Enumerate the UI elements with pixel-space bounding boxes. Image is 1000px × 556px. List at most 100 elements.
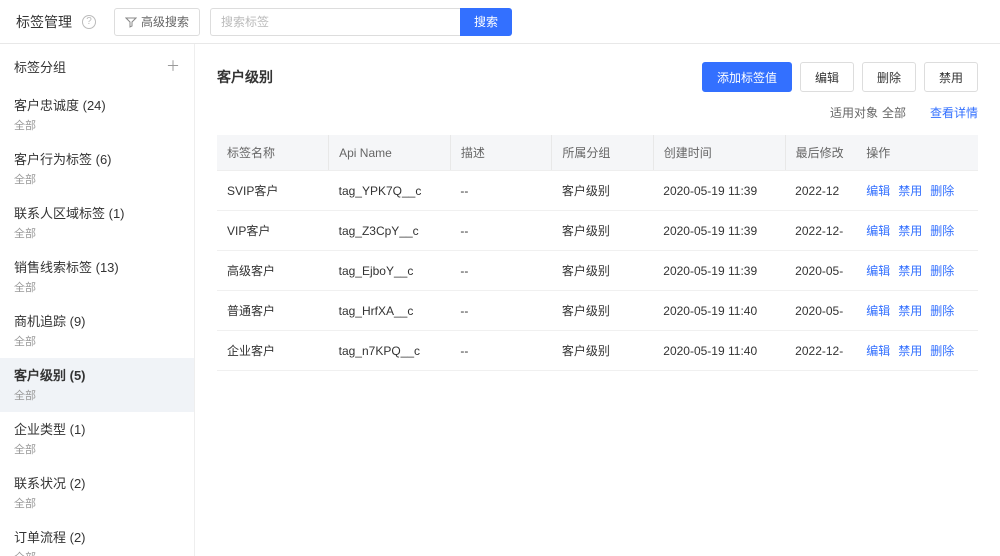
row-action-link[interactable]: 禁用 [898,222,922,239]
advanced-search-button[interactable]: 高级搜索 [114,8,200,36]
cell-api: tag_EjboY__c [329,251,451,291]
row-action-link[interactable]: 编辑 [866,342,890,359]
page-title: 标签管理 [16,12,72,32]
row-action-link[interactable]: 删除 [930,182,954,199]
row-action-link[interactable]: 编辑 [866,182,890,199]
row-action-link[interactable]: 删除 [930,262,954,279]
scope-value: 全部 [882,104,906,121]
sidebar-item-sub: 全部 [14,334,180,351]
cell-desc: -- [450,251,551,291]
table-row: 普通客户tag_HrfXA__c--客户级别2020-05-19 11:4020… [217,291,978,331]
cell-created: 2020-05-19 11:39 [653,171,785,211]
sub-header: 适用对象 全部 查看详情 [217,104,978,121]
cell-api: tag_YPK7Q__c [329,171,451,211]
top-bar: 标签管理 ? 高级搜索 搜索 [0,0,1000,44]
cell-desc: -- [450,291,551,331]
sidebar-item-sub: 全部 [14,496,180,513]
col-created: 创建时间 [653,135,785,171]
cell-actions: 编辑禁用删除 [856,211,978,251]
sidebar-item[interactable]: 商机追踪 (9) 全部 [0,304,194,358]
row-action-link[interactable]: 删除 [930,302,954,319]
tag-table: 标签名称 Api Name 描述 所属分组 创建时间 最后修改 操作 SVIP客… [217,135,978,371]
cell-actions: 编辑禁用删除 [856,171,978,211]
cell-modified: 2022-12- [785,331,856,371]
cell-name: 企业客户 [217,331,329,371]
cell-desc: -- [450,331,551,371]
sidebar-item[interactable]: 客户级别 (5) 全部 [0,358,194,412]
cell-group: 客户级别 [552,251,653,291]
sidebar-list: 客户忠诚度 (24)全部客户行为标签 (6)全部联系人区域标签 (1)全部销售线… [0,88,194,556]
cell-created: 2020-05-19 11:40 [653,291,785,331]
main: 客户级别 添加标签值 编辑 删除 禁用 适用对象 全部 查看详情 [195,44,1000,556]
sidebar-item[interactable]: 销售线索标签 (13)全部 [0,250,194,304]
sidebar-item[interactable]: 订单流程 (2)全部 [0,520,194,556]
sidebar-item[interactable]: 企业类型 (1)全部 [0,412,194,466]
row-action-link[interactable]: 禁用 [898,182,922,199]
filter-icon [125,16,137,28]
scope-label: 适用对象 [830,104,878,121]
sidebar-item-sub: 全部 [14,388,180,405]
edit-button[interactable]: 编辑 [800,62,854,92]
cell-desc: -- [450,171,551,211]
col-modified: 最后修改 [785,135,856,171]
sidebar-header: 标签分组 ＋ [0,44,194,88]
scope-info: 适用对象 全部 [830,104,906,121]
cell-group: 客户级别 [552,171,653,211]
sidebar-item[interactable]: 客户忠诚度 (24) 全部 [0,88,194,142]
sidebar-item-label: 商机追踪 (9) [14,312,180,332]
row-action-link[interactable]: 编辑 [866,302,890,319]
search-box: 搜索 [210,8,512,36]
row-action-link[interactable]: 删除 [930,222,954,239]
table-row: VIP客户tag_Z3CpY__c--客户级别2020-05-19 11:392… [217,211,978,251]
table-row: SVIP客户tag_YPK7Q__c--客户级别2020-05-19 11:39… [217,171,978,211]
cell-modified: 2022-12 [785,171,856,211]
col-desc: 描述 [450,135,551,171]
sidebar-item[interactable]: 联系人区域标签 (1)全部 [0,196,194,250]
sidebar-item-sub: 全部 [14,118,180,135]
row-action-link[interactable]: 禁用 [898,302,922,319]
layout: 标签分组 ＋ 客户忠诚度 (24)全部客户行为标签 (6)全部联系人区域标签 (… [0,44,1000,556]
cell-actions: 编辑禁用删除 [856,331,978,371]
sidebar-item-sub: 全部 [14,172,180,189]
sidebar-item-sub: 全部 [14,280,180,297]
cell-modified: 2020-05- [785,251,856,291]
table-header-row: 标签名称 Api Name 描述 所属分组 创建时间 最后修改 操作 [217,135,978,171]
main-title: 客户级别 [217,67,273,87]
cell-api: tag_Z3CpY__c [329,211,451,251]
row-action-link[interactable]: 删除 [930,342,954,359]
delete-button[interactable]: 删除 [862,62,916,92]
search-button[interactable]: 搜索 [460,8,512,36]
cell-actions: 编辑禁用删除 [856,291,978,331]
col-actions: 操作 [856,135,978,171]
plus-icon[interactable]: ＋ [166,56,180,76]
cell-actions: 编辑禁用删除 [856,251,978,291]
cell-modified: 2022-12- [785,211,856,251]
table-row: 企业客户tag_n7KPQ__c--客户级别2020-05-19 11:4020… [217,331,978,371]
sidebar-item[interactable]: 客户行为标签 (6) 全部 [0,142,194,196]
cell-modified: 2020-05- [785,291,856,331]
cell-name: SVIP客户 [217,171,329,211]
cell-api: tag_HrfXA__c [329,291,451,331]
row-action-link[interactable]: 编辑 [866,222,890,239]
sidebar-item-label: 客户级别 (5) [14,366,180,386]
sidebar-item-sub: 全部 [14,550,180,556]
add-tag-value-button[interactable]: 添加标签值 [702,62,792,92]
sidebar-item-label: 客户行为标签 (6) [14,150,180,170]
cell-name: VIP客户 [217,211,329,251]
sidebar-item-label: 客户忠诚度 (24) [14,96,180,116]
sidebar-item[interactable]: 联系状况 (2)全部 [0,466,194,520]
cell-name: 普通客户 [217,291,329,331]
view-detail-link[interactable]: 查看详情 [930,104,978,121]
help-icon[interactable]: ? [82,15,96,29]
table-row: 高级客户tag_EjboY__c--客户级别2020-05-19 11:3920… [217,251,978,291]
row-action-link[interactable]: 编辑 [866,262,890,279]
cell-api: tag_n7KPQ__c [329,331,451,371]
sidebar: 标签分组 ＋ 客户忠诚度 (24)全部客户行为标签 (6)全部联系人区域标签 (… [0,44,195,556]
cell-created: 2020-05-19 11:40 [653,331,785,371]
disable-button[interactable]: 禁用 [924,62,978,92]
cell-group: 客户级别 [552,291,653,331]
row-action-link[interactable]: 禁用 [898,262,922,279]
search-input[interactable] [210,8,460,36]
main-actions: 添加标签值 编辑 删除 禁用 [702,62,978,92]
row-action-link[interactable]: 禁用 [898,342,922,359]
